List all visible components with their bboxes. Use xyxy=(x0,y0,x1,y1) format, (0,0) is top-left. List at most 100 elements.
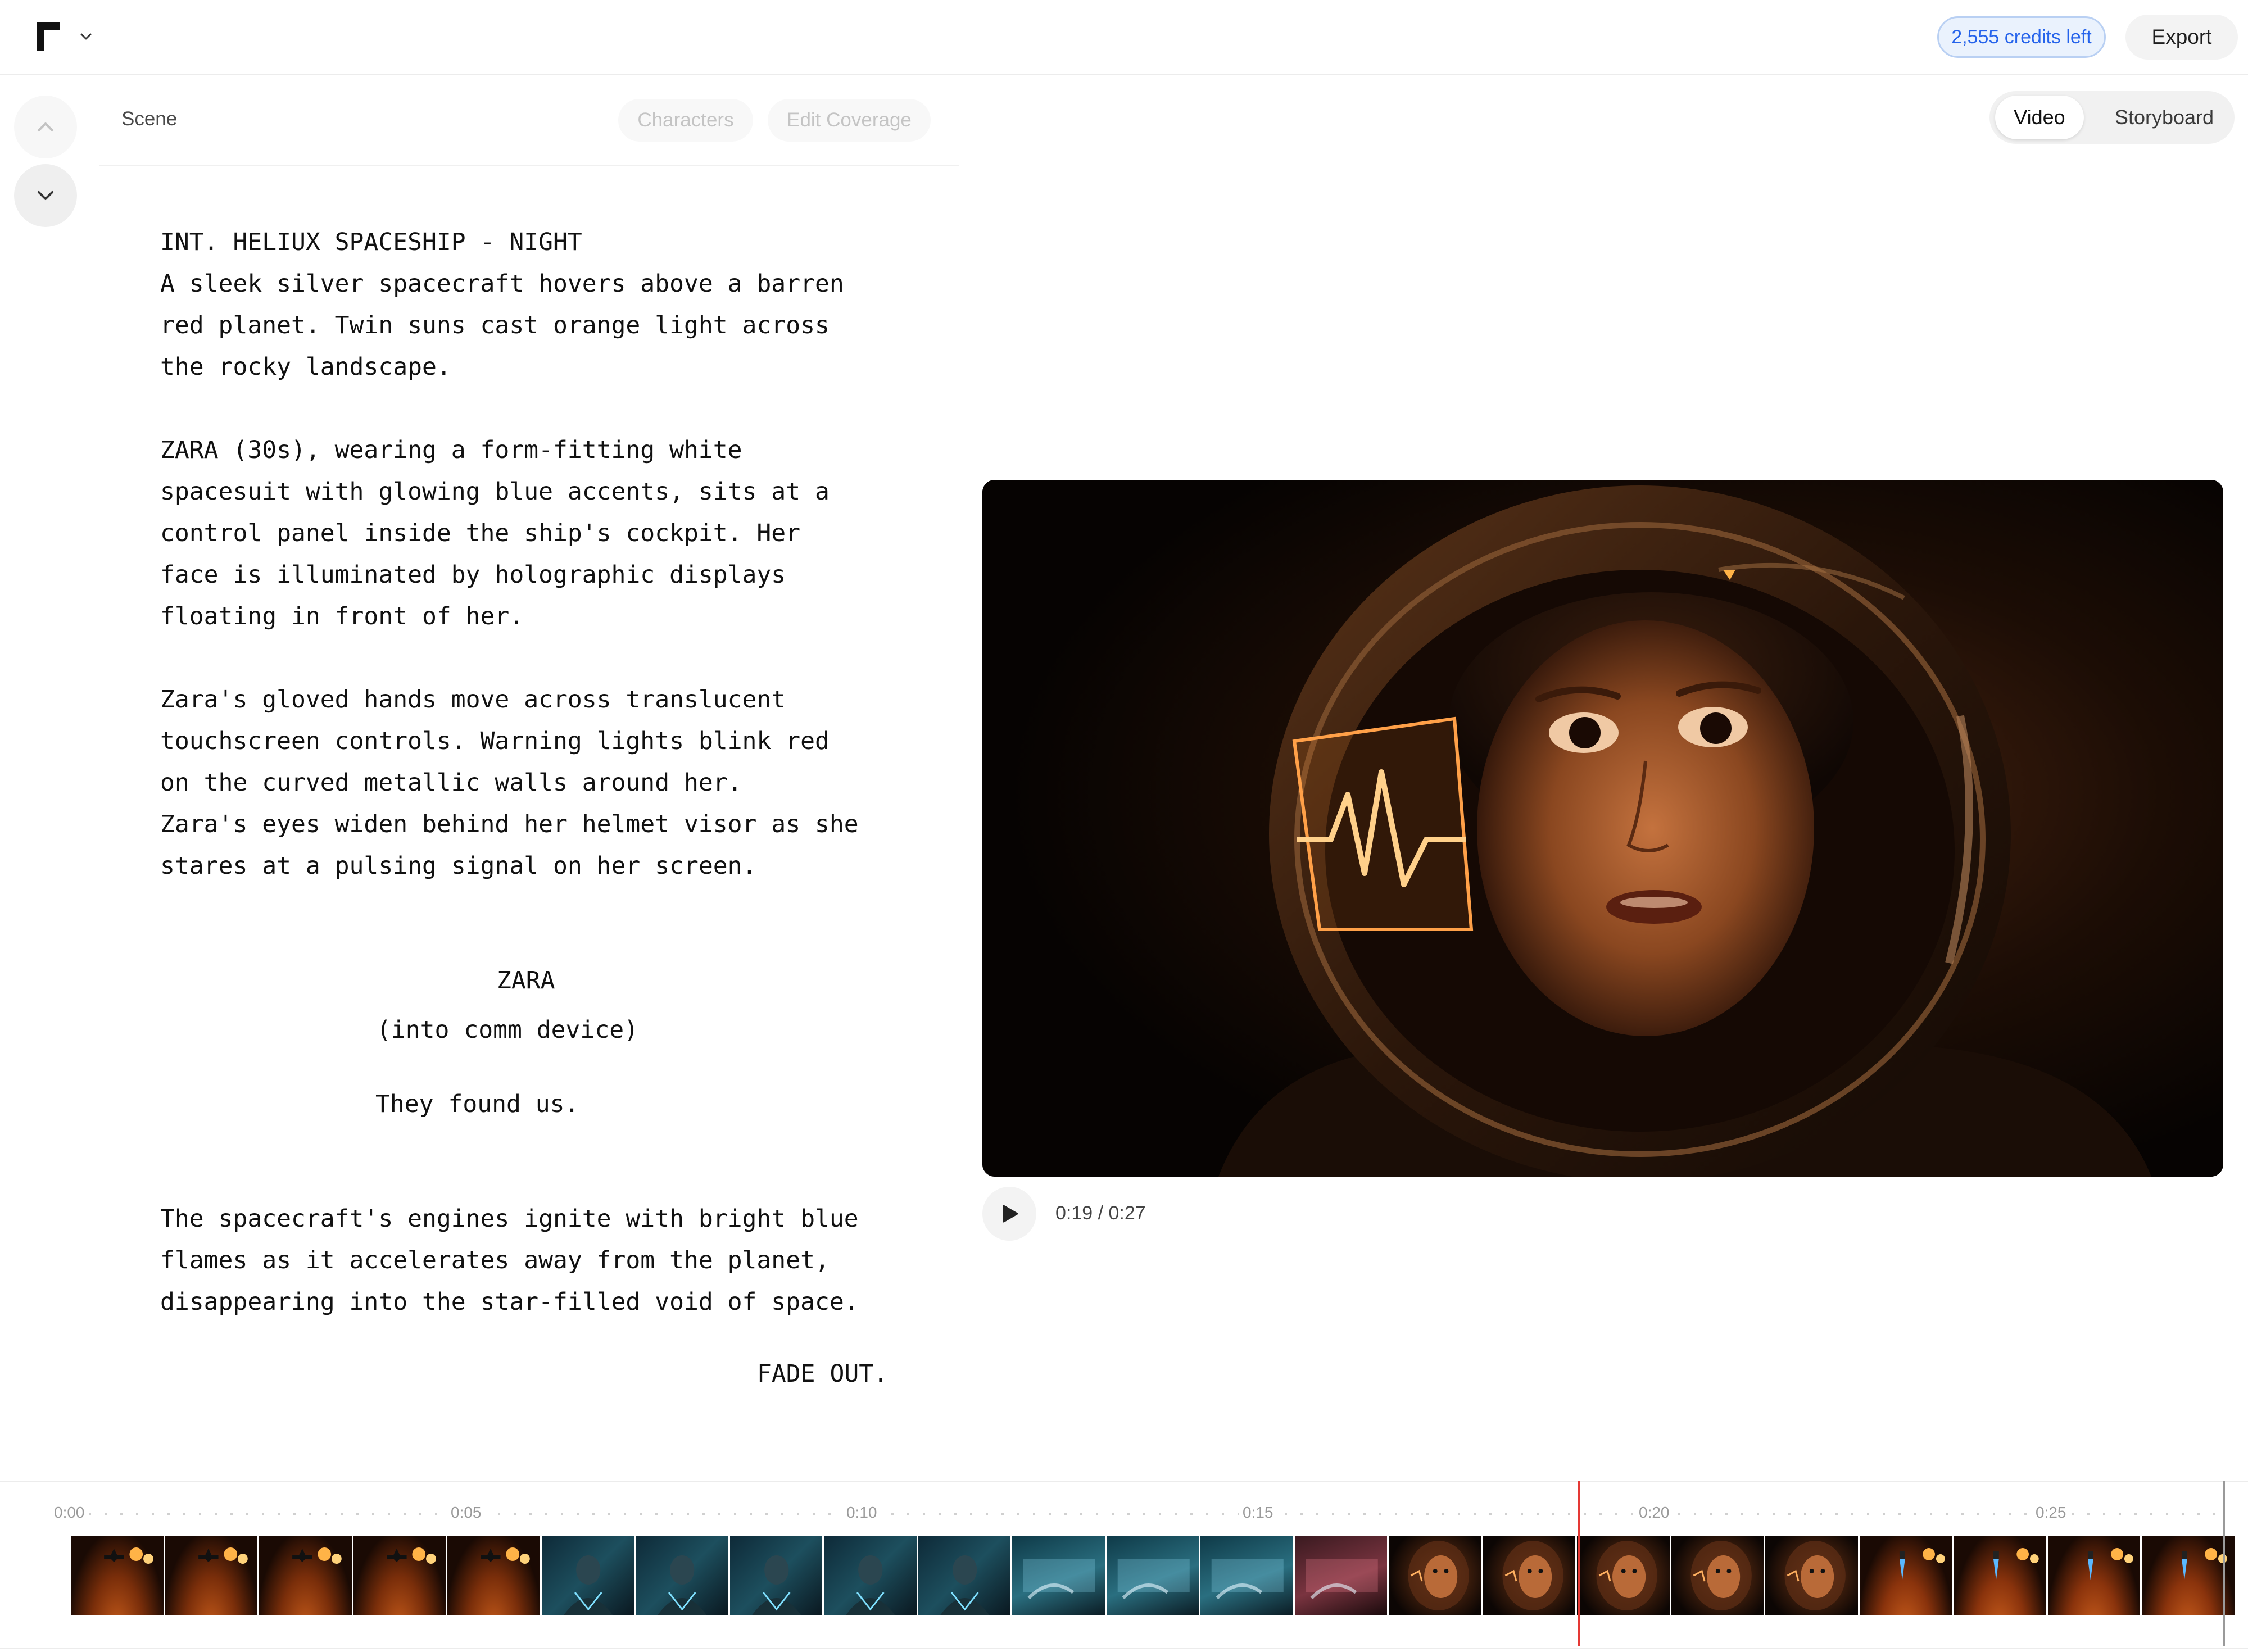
timeline-playhead[interactable] xyxy=(1578,1481,1580,1646)
ruler-dot xyxy=(1898,1513,1901,1515)
thumbnail-detail xyxy=(1621,1569,1626,1573)
thumbnail-detail xyxy=(2087,1559,2093,1580)
action-line: touchscreen controls. Warning lights bli… xyxy=(160,727,830,755)
timeline-thumbnail-planet-ship[interactable] xyxy=(259,1536,353,1615)
ruler-dot xyxy=(640,1513,642,1515)
thumbnail-detail xyxy=(2030,1554,2039,1563)
ruler-dot xyxy=(199,1513,201,1515)
timeline-thumbnail-hands-controls[interactable] xyxy=(1200,1536,1295,1615)
ruler-dot xyxy=(2166,1513,2168,1515)
thumbnail-detail xyxy=(129,1547,143,1561)
timeline-thumbnail-cockpit-blue[interactable] xyxy=(636,1536,730,1615)
timeline-thumbnail-hands-controls[interactable] xyxy=(1012,1536,1107,1615)
next-scene-button[interactable] xyxy=(14,164,77,227)
ruler-dot xyxy=(1710,1513,1712,1515)
ruler-dot xyxy=(356,1513,359,1515)
chevron-down-icon[interactable] xyxy=(78,28,94,45)
timeline-thumbnail-helmet-face[interactable] xyxy=(1389,1536,1483,1615)
ruler-dot xyxy=(2182,1513,2184,1515)
ruler-dot xyxy=(1001,1513,1004,1515)
timeline-thumbnail-cockpit-blue[interactable] xyxy=(918,1536,1013,1615)
timeline-thumbnail-cockpit-blue[interactable] xyxy=(824,1536,918,1615)
ruler-dot xyxy=(1127,1513,1130,1515)
timeline-thumbnail-hands-controls[interactable] xyxy=(1106,1536,1201,1615)
thumbnail-detail xyxy=(1936,1554,1945,1563)
thumbnail-detail xyxy=(2087,1551,2093,1559)
video-player[interactable] xyxy=(982,480,2223,1177)
ruler-dot xyxy=(687,1513,689,1515)
ruler-dot xyxy=(1049,1513,1051,1515)
ruler-dot xyxy=(1977,1513,1979,1515)
thumbnail-detail xyxy=(1810,1569,1814,1573)
ruler-dot xyxy=(325,1513,327,1515)
ruler-dot xyxy=(1584,1513,1586,1515)
ruler-dot xyxy=(1096,1513,1098,1515)
scene-heading: INT. HELIUX SPACESHIP - NIGHT xyxy=(160,228,582,256)
action-line: ZARA (30s), wearing a form-fitting white xyxy=(160,436,742,464)
thumbnail-detail xyxy=(520,1554,530,1564)
timeline-thumbnail-cockpit-blue[interactable] xyxy=(541,1536,636,1615)
previous-scene-button[interactable] xyxy=(14,96,77,158)
play-button[interactable] xyxy=(982,1187,1036,1241)
ruler-dot xyxy=(1521,1513,1523,1515)
timeline-ruler xyxy=(73,1513,2215,1515)
timeline-filmstrip[interactable] xyxy=(71,1536,2235,1615)
ruler-dot xyxy=(703,1513,705,1515)
timeline-thumbnail-planet-ship[interactable] xyxy=(165,1536,260,1615)
ruler-dot xyxy=(1426,1513,1429,1515)
thumbnail-image xyxy=(2087,1548,2133,1580)
ruler-dot xyxy=(152,1513,154,1515)
export-button[interactable]: Export xyxy=(2125,15,2238,60)
timeline-thumbnail-planet-ship[interactable] xyxy=(71,1536,165,1615)
timeline-thumbnail-hands-red[interactable] xyxy=(1294,1536,1389,1615)
action-line: Zara's gloved hands move across transluc… xyxy=(160,686,786,714)
timeline-thumbnail-ship-flames[interactable] xyxy=(1954,1536,2048,1615)
thumbnail-detail xyxy=(1726,1569,1732,1573)
action-line: control panel inside the ship's cockpit.… xyxy=(160,519,801,547)
ruler-dot xyxy=(1804,1513,1806,1515)
timeline-thumbnail-helmet-face[interactable] xyxy=(1577,1536,1671,1615)
thumbnail-detail xyxy=(1706,1555,1740,1598)
thumbnail-detail xyxy=(1993,1551,2000,1559)
ruler-dot xyxy=(419,1513,422,1515)
ruler-dot xyxy=(230,1513,233,1515)
ruler-dot xyxy=(2009,1513,2011,1515)
thumbnail-detail xyxy=(198,1555,219,1559)
ruler-dot xyxy=(341,1513,343,1515)
timeline-thumbnail-ship-flames[interactable] xyxy=(2047,1536,2142,1615)
thumbnail-image xyxy=(1690,1541,1752,1610)
ruler-dot xyxy=(278,1513,280,1515)
timeline-thumbnail-planet-ship[interactable] xyxy=(353,1536,448,1615)
tab-edit-coverage[interactable]: Edit Coverage xyxy=(768,99,931,142)
timeline-thumbnail-ship-flames[interactable] xyxy=(1859,1536,1954,1615)
ruler-dot xyxy=(561,1513,563,1515)
tab-storyboard[interactable]: Storyboard xyxy=(2100,96,2229,139)
ruler-dot xyxy=(1379,1513,1381,1515)
timeline-thumbnail-planet-ship[interactable] xyxy=(447,1536,542,1615)
tab-video[interactable]: Video xyxy=(1995,96,2084,139)
app-logo-icon[interactable] xyxy=(37,22,60,51)
timeline-thumbnail-cockpit-blue[interactable] xyxy=(729,1536,824,1615)
ruler-dot xyxy=(1206,1513,1208,1515)
scene-label: Scene xyxy=(121,108,178,130)
action-line: red planet. Twin suns cast orange light … xyxy=(160,311,830,339)
tab-characters[interactable]: Characters xyxy=(618,99,753,142)
thumbnail-detail xyxy=(506,1547,520,1561)
timeline-thumbnail-helmet-face[interactable] xyxy=(1671,1536,1766,1615)
play-icon xyxy=(1003,1205,1018,1223)
timeline-thumbnail-helmet-face[interactable] xyxy=(1765,1536,1860,1615)
ruler-dot xyxy=(183,1513,185,1515)
credits-badge[interactable]: 2,555 credits left xyxy=(1937,16,2106,58)
ruler-dot xyxy=(514,1513,516,1515)
thumbnail-detail xyxy=(1715,1569,1720,1573)
action-line: The spacecraft's engines ignite with bri… xyxy=(160,1205,859,1233)
ruler-dot xyxy=(246,1513,248,1515)
ruler-dot xyxy=(1757,1513,1759,1515)
timeline-thumbnail-helmet-face[interactable] xyxy=(1483,1536,1578,1615)
timeline-thumbnail-ship-flames[interactable] xyxy=(2142,1536,2235,1615)
ruler-dot xyxy=(1851,1513,1853,1515)
ruler-dot xyxy=(797,1513,799,1515)
ruler-dot xyxy=(2197,1513,2200,1515)
ruler-dot xyxy=(923,1513,925,1515)
thumbnail-image xyxy=(1899,1548,1945,1580)
